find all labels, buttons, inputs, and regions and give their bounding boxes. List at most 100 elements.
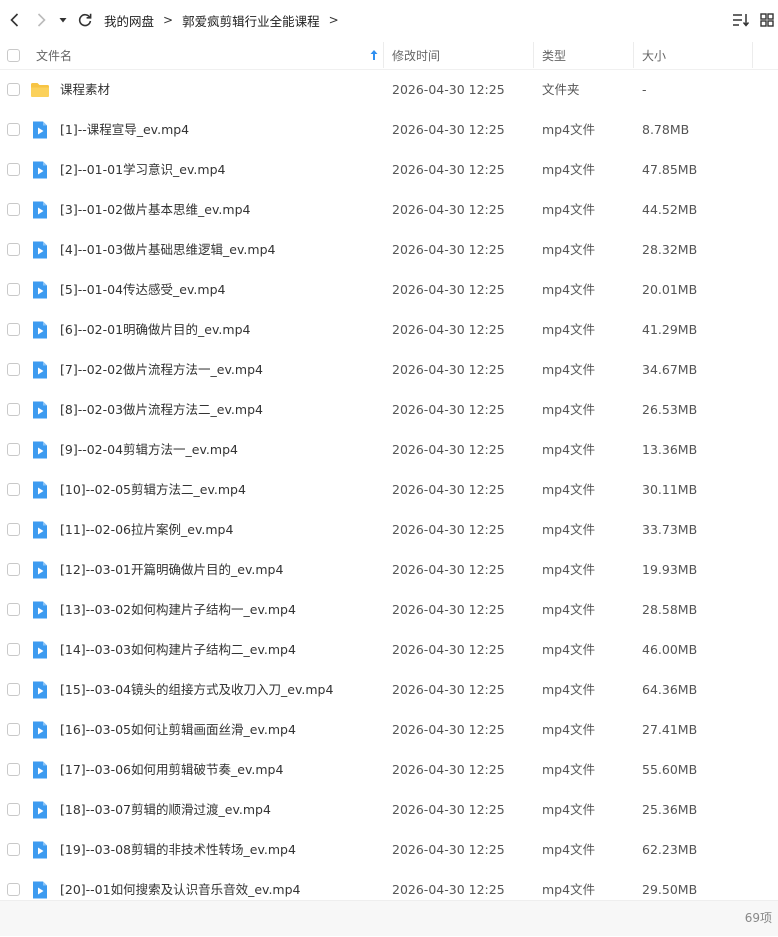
column-divider[interactable] <box>633 42 634 68</box>
file-row[interactable]: [18]--03-07剪辑的顺滑过渡_ev.mp4 2026-04-30 12:2… <box>0 790 778 830</box>
file-row[interactable]: [4]--01-03做片基础思维逻辑_ev.mp4 2026-04-30 12:2… <box>0 230 778 270</box>
file-size: 25.36MB <box>642 802 698 817</box>
file-type: mp4文件 <box>542 682 596 697</box>
row-checkbox[interactable] <box>7 123 20 136</box>
file-modified-time: 2026-04-30 12:25 <box>392 642 505 657</box>
column-divider[interactable] <box>533 42 534 68</box>
file-row[interactable]: [14]--03-03如何构建片子结构二_ev.mp4 2026-04-30 12… <box>0 630 778 670</box>
row-checkbox[interactable] <box>7 883 20 896</box>
column-divider[interactable] <box>752 42 753 68</box>
row-checkbox[interactable] <box>7 723 20 736</box>
row-checkbox[interactable] <box>7 603 20 616</box>
file-name[interactable]: [19]--03-08剪辑的非技术性转场_ev.mp4 <box>60 830 296 870</box>
file-size: 33.73MB <box>642 522 698 537</box>
file-name[interactable]: [1]--课程宣导_ev.mp4 <box>60 110 189 150</box>
file-row[interactable]: [3]--01-02做片基本思维_ev.mp4 2026-04-30 12:25 m… <box>0 190 778 230</box>
file-size: 64.36MB <box>642 682 698 697</box>
file-name[interactable]: [3]--01-02做片基本思维_ev.mp4 <box>60 190 250 230</box>
file-name[interactable]: 课程素材 <box>60 70 110 110</box>
file-size: 20.01MB <box>642 282 698 297</box>
row-checkbox[interactable] <box>7 323 20 336</box>
file-name[interactable]: [18]--03-07剪辑的顺滑过渡_ev.mp4 <box>60 790 271 830</box>
file-row[interactable]: [16]--03-05如何让剪辑画面丝滑_ev.mp4 2026-04-30 12… <box>0 710 778 750</box>
file-row[interactable]: [10]--02-05剪辑方法二_ev.mp4 2026-04-30 12:25 m… <box>0 470 778 510</box>
file-name[interactable]: [7]--02-02做片流程方法一_ev.mp4 <box>60 350 263 390</box>
file-name[interactable]: [8]--02-03做片流程方法二_ev.mp4 <box>60 390 263 430</box>
file-row[interactable]: [17]--03-06如何用剪辑破节奏_ev.mp4 2026-04-30 12:… <box>0 750 778 790</box>
file-name[interactable]: [15]--03-04镜头的组接方式及收刀入刀_ev.mp4 <box>60 670 333 710</box>
column-header-size[interactable]: 大小 <box>642 40 666 70</box>
column-divider[interactable] <box>383 42 384 68</box>
file-name[interactable]: [14]--03-03如何构建片子结构二_ev.mp4 <box>60 630 296 670</box>
file-row[interactable]: [12]--03-01开篇明确做片目的_ev.mp4 2026-04-30 12:… <box>0 550 778 590</box>
row-checkbox[interactable] <box>7 443 20 456</box>
refresh-button[interactable] <box>72 0 98 40</box>
video-file-icon <box>30 640 50 660</box>
breadcrumb-item-course[interactable]: 郭爱疯剪辑行业全能课程 <box>182 11 320 30</box>
file-name[interactable]: [9]--02-04剪辑方法一_ev.mp4 <box>60 430 238 470</box>
select-all-checkbox[interactable] <box>7 49 20 62</box>
file-name[interactable]: [12]--03-01开篇明确做片目的_ev.mp4 <box>60 550 283 590</box>
file-row[interactable]: [9]--02-04剪辑方法一_ev.mp4 2026-04-30 12:25 mp… <box>0 430 778 470</box>
row-checkbox[interactable] <box>7 643 20 656</box>
file-modified-time: 2026-04-30 12:25 <box>392 402 505 417</box>
file-row[interactable]: [13]--03-02如何构建片子结构一_ev.mp4 2026-04-30 12… <box>0 590 778 630</box>
file-name[interactable]: [2]--01-01学习意识_ev.mp4 <box>60 150 225 190</box>
file-row[interactable]: 课程素材 2026-04-30 12:25 文件夹 - <box>0 70 778 110</box>
row-checkbox[interactable] <box>7 803 20 816</box>
row-checkbox[interactable] <box>7 363 20 376</box>
column-header-mtime[interactable]: 修改时间 <box>392 40 440 70</box>
file-modified-time: 2026-04-30 12:25 <box>392 362 505 377</box>
video-file-icon <box>30 280 50 300</box>
back-button[interactable] <box>2 0 28 40</box>
file-name[interactable]: [10]--02-05剪辑方法二_ev.mp4 <box>60 470 246 510</box>
file-row[interactable]: [11]--02-06拉片案例_ev.mp4 2026-04-30 12:25 mp… <box>0 510 778 550</box>
file-name[interactable]: [6]--02-01明确做片目的_ev.mp4 <box>60 310 250 350</box>
video-file-icon <box>30 160 50 180</box>
file-name[interactable]: [17]--03-06如何用剪辑破节奏_ev.mp4 <box>60 750 283 790</box>
history-dropdown-button[interactable] <box>54 0 72 40</box>
file-name[interactable]: [16]--03-05如何让剪辑画面丝滑_ev.mp4 <box>60 710 296 750</box>
file-size: 27.41MB <box>642 722 698 737</box>
forward-button[interactable] <box>28 0 54 40</box>
row-checkbox[interactable] <box>7 243 20 256</box>
sort-ascending-icon[interactable] <box>369 49 379 61</box>
file-name[interactable]: [13]--03-02如何构建片子结构一_ev.mp4 <box>60 590 296 630</box>
breadcrumb-item-root[interactable]: 我的网盘 <box>104 11 154 30</box>
breadcrumb-separator-icon[interactable]: > <box>329 13 339 27</box>
file-row[interactable]: [1]--课程宣导_ev.mp4 2026-04-30 12:25 mp4文件 8.7… <box>0 110 778 150</box>
sort-button[interactable] <box>726 0 756 40</box>
file-row[interactable]: [2]--01-01学习意识_ev.mp4 2026-04-30 12:25 mp4… <box>0 150 778 190</box>
grid-view-button[interactable] <box>756 0 778 40</box>
file-row[interactable]: [7]--02-02做片流程方法一_ev.mp4 2026-04-30 12:25… <box>0 350 778 390</box>
video-file-icon <box>30 120 50 140</box>
file-type: mp4文件 <box>542 242 596 257</box>
file-name[interactable]: [5]--01-04传达感受_ev.mp4 <box>60 270 225 310</box>
file-row[interactable]: [6]--02-01明确做片目的_ev.mp4 2026-04-30 12:25 m… <box>0 310 778 350</box>
file-row[interactable]: [19]--03-08剪辑的非技术性转场_ev.mp4 2026-04-30 12… <box>0 830 778 870</box>
file-type: mp4文件 <box>542 722 596 737</box>
row-checkbox[interactable] <box>7 843 20 856</box>
row-checkbox[interactable] <box>7 523 20 536</box>
row-checkbox[interactable] <box>7 203 20 216</box>
row-checkbox[interactable] <box>7 483 20 496</box>
row-checkbox[interactable] <box>7 403 20 416</box>
file-name[interactable]: [11]--02-06拉片案例_ev.mp4 <box>60 510 233 550</box>
row-checkbox[interactable] <box>7 563 20 576</box>
file-name[interactable]: [4]--01-03做片基础思维逻辑_ev.mp4 <box>60 230 275 270</box>
row-checkbox[interactable] <box>7 163 20 176</box>
file-row[interactable]: [15]--03-04镜头的组接方式及收刀入刀_ev.mp4 2026-04-30… <box>0 670 778 710</box>
file-type: mp4文件 <box>542 642 596 657</box>
file-type: mp4文件 <box>542 442 596 457</box>
column-header-name[interactable]: 文件名 <box>36 40 72 70</box>
file-modified-time: 2026-04-30 12:25 <box>392 122 505 137</box>
video-file-icon <box>30 400 50 420</box>
file-row[interactable]: [5]--01-04传达感受_ev.mp4 2026-04-30 12:25 mp4… <box>0 270 778 310</box>
file-row[interactable]: [8]--02-03做片流程方法二_ev.mp4 2026-04-30 12:25… <box>0 390 778 430</box>
file-type: mp4文件 <box>542 402 596 417</box>
row-checkbox[interactable] <box>7 83 20 96</box>
column-header-type[interactable]: 类型 <box>542 40 566 70</box>
row-checkbox[interactable] <box>7 763 20 776</box>
row-checkbox[interactable] <box>7 683 20 696</box>
row-checkbox[interactable] <box>7 283 20 296</box>
